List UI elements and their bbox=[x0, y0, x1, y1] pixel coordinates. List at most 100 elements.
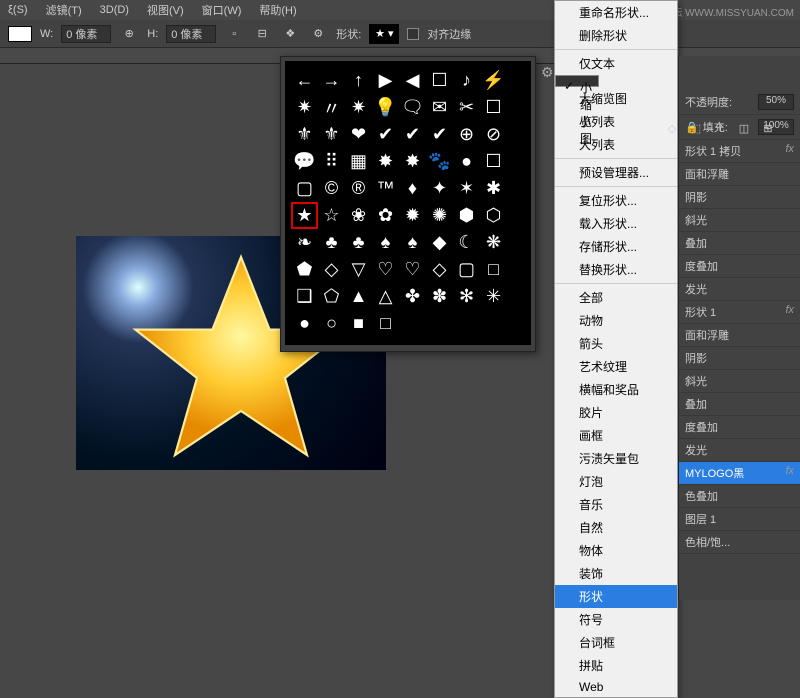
shape-cell[interactable]: ▢ bbox=[453, 256, 480, 283]
layer-item[interactable]: 阴影 bbox=[679, 186, 800, 209]
shape-cell[interactable]: 🐾 bbox=[426, 148, 453, 175]
menu-item[interactable]: 画框 bbox=[555, 424, 677, 447]
height-field[interactable]: 0 像素 bbox=[166, 25, 216, 43]
shape-cell[interactable]: ✔ bbox=[426, 121, 453, 148]
shape-cell[interactable]: ✷ bbox=[345, 94, 372, 121]
shape-cell[interactable]: ♣ bbox=[345, 229, 372, 256]
shape-cell[interactable]: □ bbox=[480, 256, 507, 283]
shape-cell[interactable]: ❑ bbox=[291, 283, 318, 310]
shape-cell[interactable] bbox=[426, 310, 453, 337]
layer-item[interactable]: 色叠加 bbox=[679, 485, 800, 508]
menu-item[interactable]: 灯泡 bbox=[555, 470, 677, 493]
shape-cell[interactable]: ⊕ bbox=[453, 121, 480, 148]
shape-cell[interactable]: ▽ bbox=[345, 256, 372, 283]
menu-item[interactable]: 箭头 bbox=[555, 332, 677, 355]
shape-cell[interactable]: ✔ bbox=[399, 121, 426, 148]
layer-item[interactable]: 发光 bbox=[679, 439, 800, 462]
layer-item[interactable]: 形状 1 拷贝fx bbox=[679, 140, 800, 163]
shape-cell[interactable]: ✱ bbox=[480, 175, 507, 202]
menu-item[interactable]: 替换形状... bbox=[555, 258, 677, 281]
picker-gear-icon[interactable]: ⚙ bbox=[541, 64, 554, 81]
shape-cell[interactable]: ◆ bbox=[426, 229, 453, 256]
menu-item[interactable]: 小缩览图 bbox=[555, 75, 599, 87]
shape-cell[interactable]: ⬡ bbox=[480, 202, 507, 229]
shape-cell[interactable]: ™ bbox=[372, 175, 399, 202]
shape-cell[interactable]: ✹ bbox=[399, 202, 426, 229]
shape-cell[interactable]: ⚜ bbox=[318, 121, 345, 148]
menu-item[interactable]: 大缩览图 bbox=[555, 87, 677, 110]
grid-icon[interactable]: ⊞ bbox=[760, 120, 776, 136]
layer-item[interactable]: 阴影 bbox=[679, 347, 800, 370]
shape-cell[interactable]: ♡ bbox=[372, 256, 399, 283]
stack-icon[interactable]: ❖ bbox=[280, 24, 300, 44]
menu-s[interactable]: ξ(S) bbox=[8, 4, 28, 16]
shape-cell[interactable]: △ bbox=[372, 283, 399, 310]
menu-item[interactable]: 胶片 bbox=[555, 401, 677, 424]
shape-cell[interactable]: ❧ bbox=[291, 229, 318, 256]
shape-cell[interactable]: ⊘ bbox=[480, 121, 507, 148]
shape-cell[interactable]: ⚜ bbox=[291, 121, 318, 148]
shape-cell[interactable]: ○ bbox=[318, 310, 345, 337]
shape-cell[interactable]: ✿ bbox=[372, 202, 399, 229]
rect-icon[interactable]: ⬚ bbox=[688, 120, 704, 136]
shape-cell[interactable]: ✷ bbox=[291, 94, 318, 121]
layer-item[interactable]: MYLOGO黑fx bbox=[679, 462, 800, 485]
menu-item[interactable]: 全部 bbox=[555, 286, 677, 309]
shape-cell[interactable]: ☐ bbox=[480, 148, 507, 175]
shape-cell[interactable] bbox=[480, 310, 507, 337]
shape-cell[interactable]: ◇ bbox=[318, 256, 345, 283]
menu-item[interactable]: 横幅和奖品 bbox=[555, 378, 677, 401]
layer-item[interactable]: 叠加 bbox=[679, 393, 800, 416]
menu-help[interactable]: 帮助(H) bbox=[259, 2, 296, 18]
menu-item[interactable]: 删除形状 bbox=[555, 24, 677, 47]
layer-item[interactable]: 形状 1fx bbox=[679, 301, 800, 324]
shape-cell[interactable]: ❋ bbox=[480, 229, 507, 256]
shape-dropdown[interactable]: ★ ▾ bbox=[369, 24, 399, 44]
layer-item[interactable]: 斜光 bbox=[679, 370, 800, 393]
menu-filter[interactable]: 滤镜(T) bbox=[46, 2, 82, 18]
align-edges-checkbox[interactable] bbox=[407, 28, 419, 40]
gear-icon[interactable]: ⚙ bbox=[308, 24, 328, 44]
shape-cell[interactable]: 💬 bbox=[291, 148, 318, 175]
shape-cell[interactable]: ◇ bbox=[426, 256, 453, 283]
menu-item[interactable]: 装饰 bbox=[555, 562, 677, 585]
shape-cell[interactable]: ☆ bbox=[318, 202, 345, 229]
layer-item[interactable]: 斜光 bbox=[679, 209, 800, 232]
shape-cell[interactable]: ▢ bbox=[291, 175, 318, 202]
menu-item[interactable]: 载入形状... bbox=[555, 212, 677, 235]
shape-cell[interactable]: ● bbox=[291, 310, 318, 337]
layer-item[interactable]: 发光 bbox=[679, 278, 800, 301]
align-icon-1[interactable]: ▫ bbox=[224, 24, 244, 44]
shape-cell[interactable]: ▦ bbox=[345, 148, 372, 175]
shape-cell[interactable]: 〃 bbox=[318, 94, 345, 121]
layer-item[interactable]: 面和浮雕 bbox=[679, 324, 800, 347]
shape-cell[interactable]: ✻ bbox=[453, 283, 480, 310]
shape-cell[interactable] bbox=[399, 310, 426, 337]
shape-cell[interactable]: ◀ bbox=[399, 67, 426, 94]
shape-cell[interactable]: ♡ bbox=[399, 256, 426, 283]
layer-item[interactable]: 度叠加 bbox=[679, 416, 800, 439]
width-field[interactable]: 0 像素 bbox=[61, 25, 111, 43]
shape-cell[interactable]: ✤ bbox=[399, 283, 426, 310]
shape-cell[interactable]: ← bbox=[291, 67, 318, 94]
menu-item[interactable]: 小列表 bbox=[555, 110, 677, 133]
shape-cell[interactable]: ✂ bbox=[453, 94, 480, 121]
shape-cell[interactable]: ☐ bbox=[426, 67, 453, 94]
menu-window[interactable]: 窗口(W) bbox=[202, 2, 242, 18]
layer-item[interactable]: 面和浮雕 bbox=[679, 163, 800, 186]
menu-item[interactable]: 自然 bbox=[555, 516, 677, 539]
shape-cell[interactable]: ✔ bbox=[372, 121, 399, 148]
shape-cell[interactable]: ♦ bbox=[399, 175, 426, 202]
shape-cell[interactable]: ♣ bbox=[318, 229, 345, 256]
shape-cell[interactable]: ☐ bbox=[480, 94, 507, 121]
shape-cell[interactable]: ↑ bbox=[345, 67, 372, 94]
type-icon[interactable]: T bbox=[712, 120, 728, 136]
shape-cell[interactable]: 💡 bbox=[372, 94, 399, 121]
shape-cell[interactable]: ✽ bbox=[426, 283, 453, 310]
fill-swatch[interactable] bbox=[8, 26, 32, 42]
menu-item[interactable]: 形状 bbox=[555, 585, 677, 608]
shape-cell[interactable]: ✸ bbox=[399, 148, 426, 175]
menu-item[interactable]: 动物 bbox=[555, 309, 677, 332]
shape-cell[interactable]: ❤ bbox=[345, 121, 372, 148]
menu-view[interactable]: 视图(V) bbox=[147, 2, 184, 18]
